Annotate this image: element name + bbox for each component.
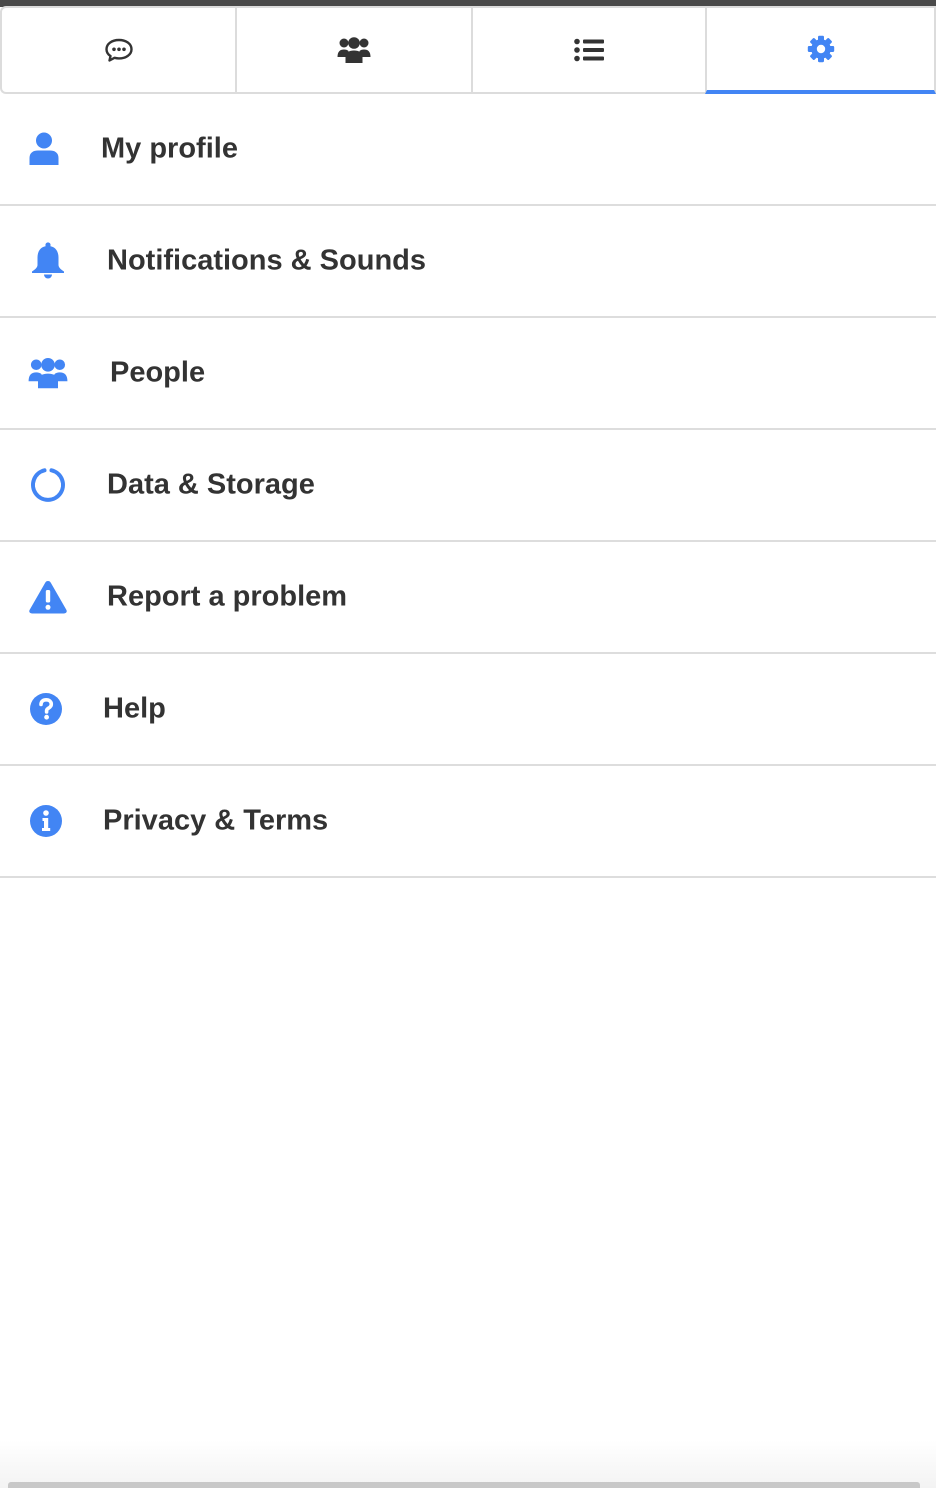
settings-menu: My profile Notifications & Sounds People (0, 94, 936, 878)
menu-item-my-profile[interactable]: My profile (0, 94, 936, 206)
gear-icon (807, 35, 834, 63)
menu-item-label: Notifications & Sounds (107, 244, 426, 277)
menu-item-report-problem[interactable]: Report a problem (0, 542, 936, 654)
menu-item-label: Report a problem (107, 580, 348, 613)
menu-item-help[interactable]: Help (0, 654, 936, 766)
menu-item-label: My profile (101, 132, 238, 165)
bell-icon (28, 241, 68, 281)
tab-chats[interactable] (0, 6, 235, 94)
tab-settings[interactable] (705, 6, 936, 94)
menu-item-data-storage[interactable]: Data & Storage (0, 430, 936, 542)
bottom-fade (0, 1440, 936, 1488)
menu-item-label: Data & Storage (107, 468, 315, 501)
circle-notch-icon (28, 465, 68, 505)
warning-icon (28, 577, 68, 617)
list-icon (574, 38, 604, 62)
users-icon (337, 37, 371, 63)
menu-item-label: People (110, 356, 206, 389)
tab-contacts[interactable] (235, 6, 471, 94)
tab-bar (0, 6, 936, 94)
users-icon (28, 353, 68, 393)
menu-item-label: Help (103, 692, 166, 725)
chat-bubble-icon (104, 38, 133, 62)
menu-item-notifications[interactable]: Notifications & Sounds (0, 206, 936, 318)
info-circle-icon (26, 801, 66, 841)
horizontal-scrollbar[interactable] (8, 1482, 920, 1488)
menu-item-privacy-terms[interactable]: Privacy & Terms (0, 766, 936, 878)
menu-item-people[interactable]: People (0, 318, 936, 430)
menu-item-label: Privacy & Terms (103, 804, 329, 837)
user-icon (24, 129, 64, 169)
question-circle-icon (26, 689, 66, 729)
tab-list[interactable] (471, 6, 705, 94)
